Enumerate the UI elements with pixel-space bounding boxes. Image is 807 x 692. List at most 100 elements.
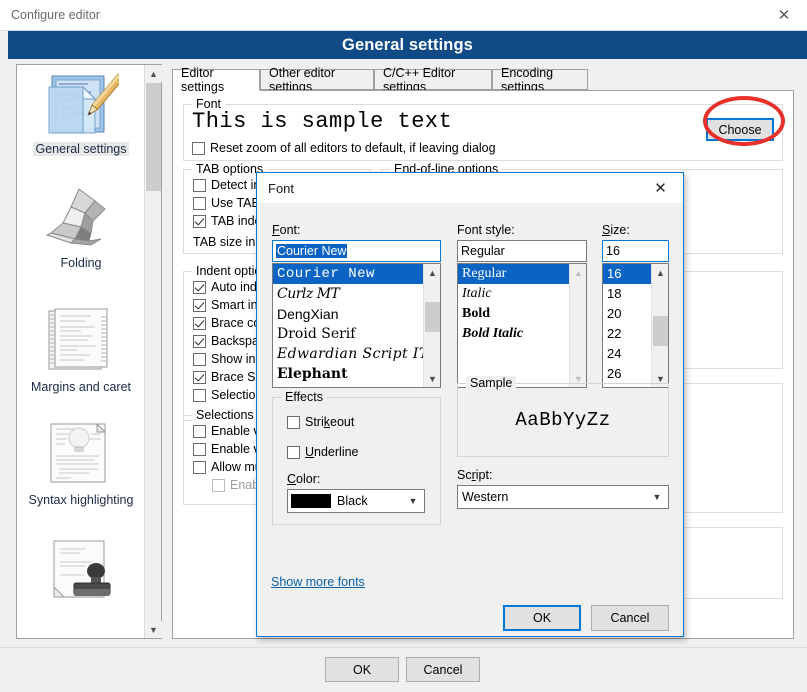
checkbox-box <box>193 425 206 438</box>
chevron-down-icon[interactable]: ▼ <box>145 621 162 638</box>
checkbox-box <box>193 353 206 366</box>
font-name-value: Courier New <box>276 244 348 258</box>
font-style-field-label: Font style: <box>457 223 515 237</box>
font-field-label-rest: ont: <box>279 223 301 237</box>
sidebar-item-folding[interactable]: Folding <box>17 183 145 270</box>
size-value: 16 <box>606 244 620 258</box>
footer-ok-button[interactable]: OK <box>325 657 399 682</box>
font-style-input[interactable]: Regular <box>457 240 587 262</box>
checkbox-box <box>193 281 206 294</box>
tab-encoding-settings[interactable]: Encoding settings <box>492 66 588 94</box>
size-input[interactable]: 16 <box>602 240 669 262</box>
font-list-item[interactable]: Edwardian Script ITC <box>273 344 440 364</box>
font-list-item[interactable]: Courier New <box>273 264 440 284</box>
origami-rabbit-icon <box>45 188 106 246</box>
chevron-down-icon[interactable]: ▼ <box>402 490 424 512</box>
chevron-up-icon[interactable]: ▲ <box>570 264 586 281</box>
font-list-scrollbar[interactable]: ▲ ▼ <box>423 264 440 387</box>
checkbox-box <box>193 443 206 456</box>
app-window: Configure editor ✕ General settings Gene… <box>0 0 807 692</box>
font-style-list[interactable]: Regular Italic Bold Bold Italic ▲ ▼ <box>457 263 587 388</box>
sample-group: Sample AaBbYyZz <box>457 376 669 457</box>
font-list-item[interactable]: Elephant <box>273 364 440 384</box>
font-name-input[interactable]: Courier New <box>272 240 441 262</box>
font-list-item[interactable]: Curlz MT <box>273 284 440 304</box>
checkbox-box <box>193 371 206 384</box>
checkbox-box <box>193 197 206 210</box>
chevron-up-icon[interactable]: ▲ <box>424 264 440 281</box>
font-list-item[interactable]: Droid Serif <box>273 324 440 344</box>
page-lightbulb-icon <box>50 422 107 483</box>
font-list[interactable]: Courier New Curlz MT DengXian Droid Seri… <box>272 263 441 388</box>
script-label: Script: <box>457 468 493 482</box>
chevron-up-icon[interactable]: ▲ <box>145 65 162 82</box>
font-dialog-title: Font <box>268 181 295 196</box>
color-swatch <box>291 494 331 508</box>
font-style-list-item[interactable]: Bold <box>458 304 586 324</box>
font-style-list-item[interactable]: Bold Italic <box>458 324 586 344</box>
strikeout-label: Strikeout <box>305 415 355 429</box>
cancel-label: Cancel <box>423 662 463 677</box>
sidebar-item-label: Folding <box>60 256 102 270</box>
font-list-scroll-thumb[interactable] <box>425 302 440 332</box>
tab-editor-settings[interactable]: Editor settings <box>172 66 260 94</box>
font-style-list-item[interactable]: Italic <box>458 284 586 304</box>
page-title: General settings <box>8 31 807 59</box>
checkbox-box <box>287 416 300 429</box>
underline-checkbox[interactable]: Underline <box>287 445 359 459</box>
reset-zoom-label: Reset zoom of all editors to default, if… <box>210 141 496 155</box>
size-list-scrollbar[interactable]: ▲ ▼ <box>651 264 668 387</box>
font-dialog-ok-button[interactable]: OK <box>503 605 581 631</box>
sidebar-item-stamp[interactable] <box>17 537 145 636</box>
chevron-up-icon[interactable]: ▲ <box>652 264 668 281</box>
font-sample-text: This is sample text <box>192 109 453 134</box>
cancel-label: Cancel <box>610 611 650 625</box>
chevron-down-icon[interactable]: ▼ <box>424 370 440 387</box>
checkbox-box <box>193 299 206 312</box>
font-style-list-item[interactable]: Regular <box>458 264 586 284</box>
size-list-scroll-thumb[interactable] <box>653 316 668 346</box>
checkbox-box <box>212 479 225 492</box>
banner-left-pad <box>0 31 8 59</box>
ruled-pages-icon <box>48 308 108 370</box>
dialog-footer: OK Cancel <box>0 647 807 692</box>
effects-group: Effects Strikeout Underline Color: Black… <box>272 390 441 525</box>
settings-category-list[interactable]: General settings Folding Margins and car… <box>16 64 162 639</box>
checkbox-box <box>193 215 206 228</box>
color-value: Black <box>337 494 368 508</box>
font-dialog-cancel-button[interactable]: Cancel <box>591 605 669 631</box>
tab-bar[interactable]: Editor settings Other editor settings C/… <box>172 66 794 94</box>
strikeout-checkbox[interactable]: Strikeout <box>287 415 354 429</box>
footer-cancel-button[interactable]: Cancel <box>406 657 480 682</box>
tab-cpp-editor-settings[interactable]: C/C++ Editor settings <box>374 66 492 94</box>
ok-label: OK <box>352 662 372 677</box>
color-dropdown[interactable]: Black ▼ <box>287 489 425 513</box>
sidebar-item-syntax-highlighting[interactable]: Syntax highlighting <box>17 420 145 507</box>
ok-label: OK <box>532 611 552 625</box>
close-icon[interactable]: ✕ <box>761 0 807 30</box>
sidebar-item-general-settings[interactable]: General settings <box>17 73 145 156</box>
font-style-list-scrollbar[interactable]: ▲ ▼ <box>569 264 586 387</box>
reset-zoom-checkbox[interactable]: Reset zoom of all editors to default, if… <box>192 141 496 155</box>
script-dropdown[interactable]: Western ▼ <box>457 485 669 509</box>
size-list[interactable]: 16 18 20 22 24 26 28 ▲ ▼ <box>602 263 669 388</box>
choose-button-label: Choose <box>718 122 762 137</box>
font-dialog: Font ✕ Font: Courier New Courier New Cur… <box>256 172 684 637</box>
font-list-item[interactable]: DengXian <box>273 304 440 324</box>
checkbox-box <box>193 389 206 402</box>
window-title: Configure editor <box>11 8 100 22</box>
tab-other-editor-settings[interactable]: Other editor settings <box>260 66 374 94</box>
sidebar-item-label: Margins and caret <box>30 380 132 394</box>
chevron-down-icon[interactable]: ▼ <box>646 486 668 508</box>
checkbox-box <box>287 446 300 459</box>
checkbox-box <box>193 317 206 330</box>
show-more-fonts-link[interactable]: Show more fonts <box>271 575 365 589</box>
sidebar-item-margins-and-caret[interactable]: Margins and caret <box>17 305 145 394</box>
window-titlebar: Configure editor ✕ <box>0 0 807 31</box>
close-icon[interactable]: ✕ <box>638 173 683 202</box>
sidebar-scrollbar[interactable]: ▲ ▼ <box>144 65 162 638</box>
sidebar-scroll-thumb[interactable] <box>146 83 161 191</box>
font-group: Font This is sample text Reset zoom of a… <box>183 97 783 161</box>
choose-button[interactable]: Choose <box>706 118 774 141</box>
sidebar-item-label: Syntax highlighting <box>28 493 134 507</box>
